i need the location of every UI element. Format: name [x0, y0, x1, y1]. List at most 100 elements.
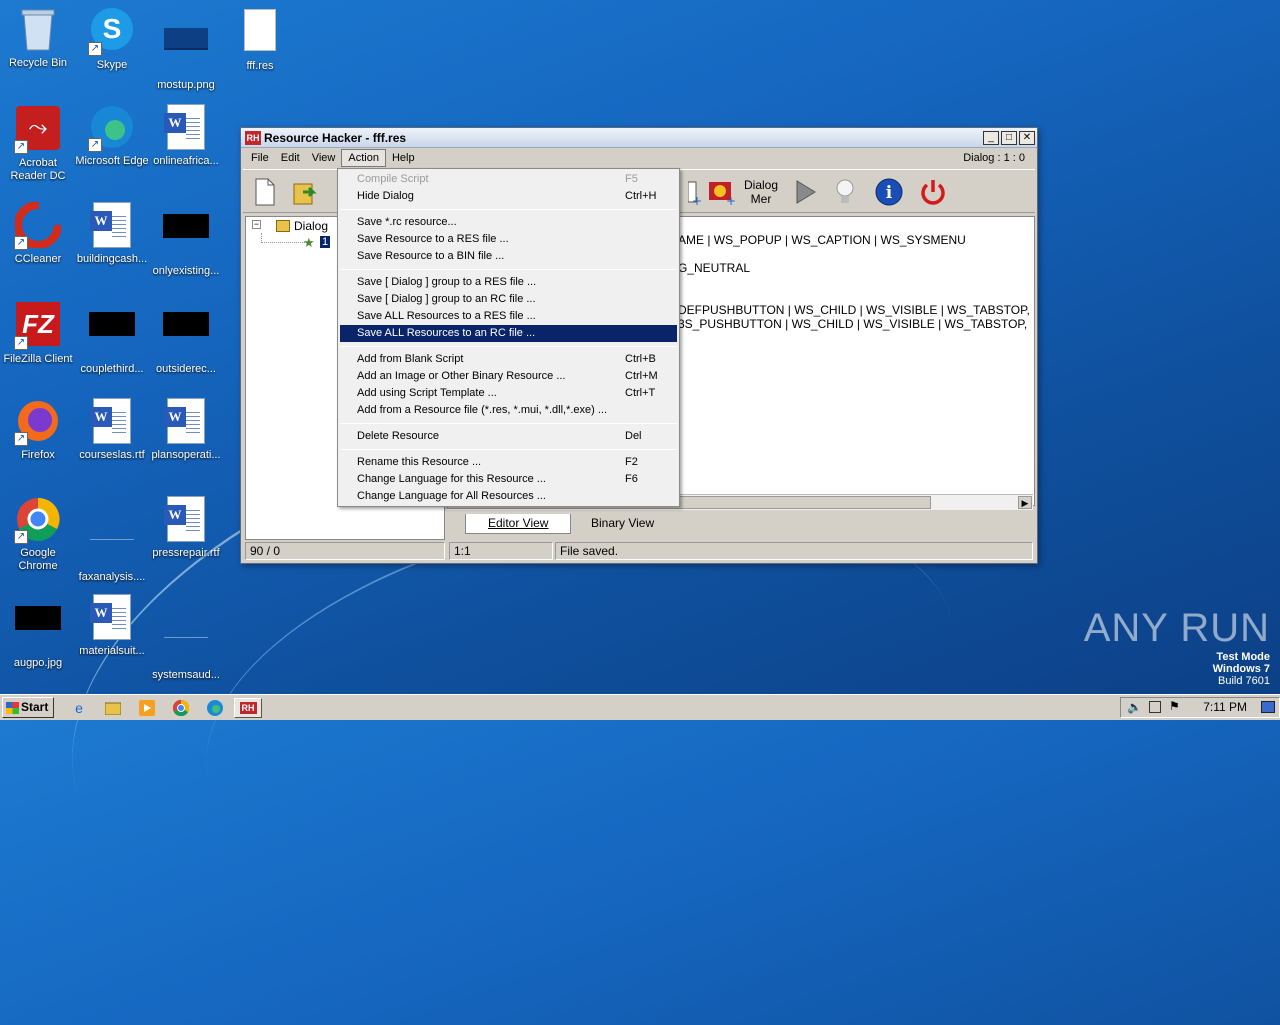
menu-item[interactable]: Save ALL Resources to an RC file ...: [340, 325, 677, 342]
menu-action[interactable]: Action: [341, 149, 386, 167]
desktop-icon[interactable]: Wplansoperati...: [148, 398, 224, 462]
menu-item-label: Change Language for All Resources ...: [357, 490, 546, 502]
tree-node-dialog[interactable]: Dialog: [294, 219, 328, 233]
menu-item[interactable]: Add from a Resource file (*.res, *.mui, …: [340, 402, 677, 419]
tree-node-1[interactable]: 1: [320, 236, 331, 248]
flag-icon[interactable]: ⚑: [1169, 699, 1180, 713]
desktop-icon[interactable]: ↗ Firefox: [0, 398, 76, 462]
shortcut-arrow-icon: ↗: [88, 42, 102, 56]
minimize-button[interactable]: _: [983, 130, 999, 145]
menu-item-shortcut: F2: [625, 456, 638, 468]
svg-text:+: +: [726, 194, 736, 206]
clock[interactable]: 7:11 PM: [1203, 700, 1247, 714]
shortcut-arrow-icon: ↗: [88, 138, 102, 152]
ie-icon[interactable]: e: [68, 698, 90, 718]
resource-hacker-taskbar-button[interactable]: RH: [234, 698, 262, 718]
dialog-menu-icon[interactable]: Dialog Mer: [741, 174, 781, 210]
explorer-icon[interactable]: [102, 698, 124, 718]
system-tray: 🔈 ⚑ 7:11 PM: [1120, 697, 1280, 718]
menu-item[interactable]: Change Language for All Resources ...: [340, 488, 677, 505]
test-mode-label: Test Mode: [1216, 651, 1270, 663]
watermark: ANY RUN Test Mode Windows 7 Build 7601: [1084, 606, 1270, 687]
info-icon[interactable]: i: [871, 174, 907, 210]
desktop-icon[interactable]: FZ ↗ FileZilla Client: [0, 300, 76, 366]
desktop-icon[interactable]: Wpressrepair.rtf: [148, 496, 224, 560]
shortcut-arrow-icon: ↗: [14, 530, 28, 544]
desktop-icon[interactable]: onlyexisting...: [148, 202, 224, 278]
menu-item[interactable]: Add an Image or Other Binary Resource ..…: [340, 368, 677, 385]
desktop-icon-label: pressrepair.rtf: [152, 547, 220, 559]
desktop-icon[interactable]: S ↗ Skype: [74, 6, 150, 72]
menu-item[interactable]: Hide Dialog Ctrl+H: [340, 188, 677, 205]
tree-collapse-toggle[interactable]: −: [252, 220, 261, 229]
desktop-icon[interactable]: Wcourseslas.rtf: [74, 398, 150, 462]
menu-help[interactable]: Help: [386, 150, 421, 166]
menu-item[interactable]: Delete Resource Del: [340, 428, 677, 445]
desktop-icon[interactable]: mostup.png: [148, 6, 224, 92]
desktop-icon[interactable]: ↗ Microsoft Edge: [74, 104, 150, 168]
menu-item[interactable]: Save [ Dialog ] group to a RES file ...: [340, 274, 677, 291]
new-file-icon[interactable]: [247, 174, 283, 210]
desktop-icon[interactable]: outsiderec...: [148, 300, 224, 376]
menu-item[interactable]: Change Language for this Resource ... F6: [340, 471, 677, 488]
desktop-icon[interactable]: couplethird...: [74, 300, 150, 376]
desktop-icon[interactable]: ↗ CCleaner: [0, 201, 76, 266]
menu-item[interactable]: Save Resource to a BIN file ...: [340, 248, 677, 265]
network-icon[interactable]: [1149, 701, 1161, 713]
menu-file[interactable]: File: [245, 150, 275, 166]
desktop-icon-label: plansoperati...: [151, 449, 221, 461]
menu-separator: [340, 423, 677, 424]
firefox-icon: ↗: [14, 398, 62, 446]
menu-edit[interactable]: Edit: [275, 150, 306, 166]
power-icon[interactable]: [915, 174, 951, 210]
menu-separator: [340, 209, 677, 210]
menu-item[interactable]: Save *.rc resource...: [340, 214, 677, 231]
media-player-icon[interactable]: [136, 698, 158, 718]
doc-icon: W: [162, 496, 210, 544]
menu-item-shortcut: Ctrl+H: [625, 190, 657, 202]
open-folder-icon[interactable]: [287, 174, 323, 210]
tree-connector: [261, 233, 305, 243]
tab-editor-view[interactable]: Editor View: [465, 514, 572, 534]
tab-binary-view[interactable]: Binary View: [569, 514, 676, 534]
desktop-icon[interactable]: systemsaud...: [148, 594, 224, 682]
status-cursor: 1:1: [449, 542, 553, 560]
desktop-icon-label: fff.res: [246, 60, 274, 72]
desktop-icon[interactable]: ↗ Google Chrome: [0, 496, 76, 573]
close-button[interactable]: ✕: [1019, 130, 1035, 145]
menu-item-label: Add using Script Template ...: [357, 387, 497, 399]
dialog-image-icon[interactable]: +: [703, 174, 739, 210]
desktop-icon[interactable]: fff.res: [222, 6, 298, 73]
show-desktop-icon[interactable]: [1261, 701, 1275, 713]
menu-item[interactable]: Save [ Dialog ] group to an RC file ...: [340, 291, 677, 308]
start-button[interactable]: Start: [2, 697, 54, 718]
menu-item[interactable]: Add from Blank Script Ctrl+B: [340, 351, 677, 368]
menu-item[interactable]: Rename this Resource ... F2: [340, 454, 677, 471]
title-bar[interactable]: RH Resource Hacker - fff.res _ □ ✕: [241, 128, 1037, 148]
desktop-icon[interactable]: augpo.jpg: [0, 594, 76, 670]
anyrun-logo: ANY RUN: [1083, 606, 1270, 650]
lightbulb-icon[interactable]: [827, 174, 863, 210]
desktop-icon[interactable]: Wmaterialsuit...: [74, 594, 150, 658]
desktop-icon[interactable]: Wonlineafrica...: [148, 104, 224, 168]
desktop-icon[interactable]: faxanalysis....: [74, 496, 150, 584]
menu-item-label: Save [ Dialog ] group to a RES file ...: [357, 276, 537, 288]
resource-hacker-icon: RH: [239, 702, 257, 714]
speaker-icon[interactable]: 🔈: [1127, 700, 1142, 714]
desktop-icon-label: Microsoft Edge: [75, 155, 149, 167]
desktop-icon[interactable]: ⤳ ↗ Acrobat Reader DC: [0, 104, 76, 183]
desktop-icon-label: onlineafrica...: [153, 155, 219, 167]
desktop-icon[interactable]: Recycle Bin: [0, 6, 76, 70]
desktop-icon[interactable]: Wbuildingcash...: [74, 202, 150, 266]
play-icon[interactable]: [787, 174, 823, 210]
menu-view[interactable]: View: [306, 150, 342, 166]
menu-item[interactable]: Add using Script Template ... Ctrl+T: [340, 385, 677, 402]
chrome-icon[interactable]: [170, 698, 192, 718]
scroll-right-arrow-icon[interactable]: ▶: [1018, 496, 1032, 509]
edge-icon[interactable]: [204, 698, 226, 718]
maximize-button[interactable]: □: [1001, 130, 1017, 145]
desktop-icon-label: Firefox: [21, 449, 55, 461]
menu-item[interactable]: Save ALL Resources to a RES file ...: [340, 308, 677, 325]
menu-item[interactable]: Save Resource to a RES file ...: [340, 231, 677, 248]
desktop-icon-label: Recycle Bin: [8, 57, 68, 69]
